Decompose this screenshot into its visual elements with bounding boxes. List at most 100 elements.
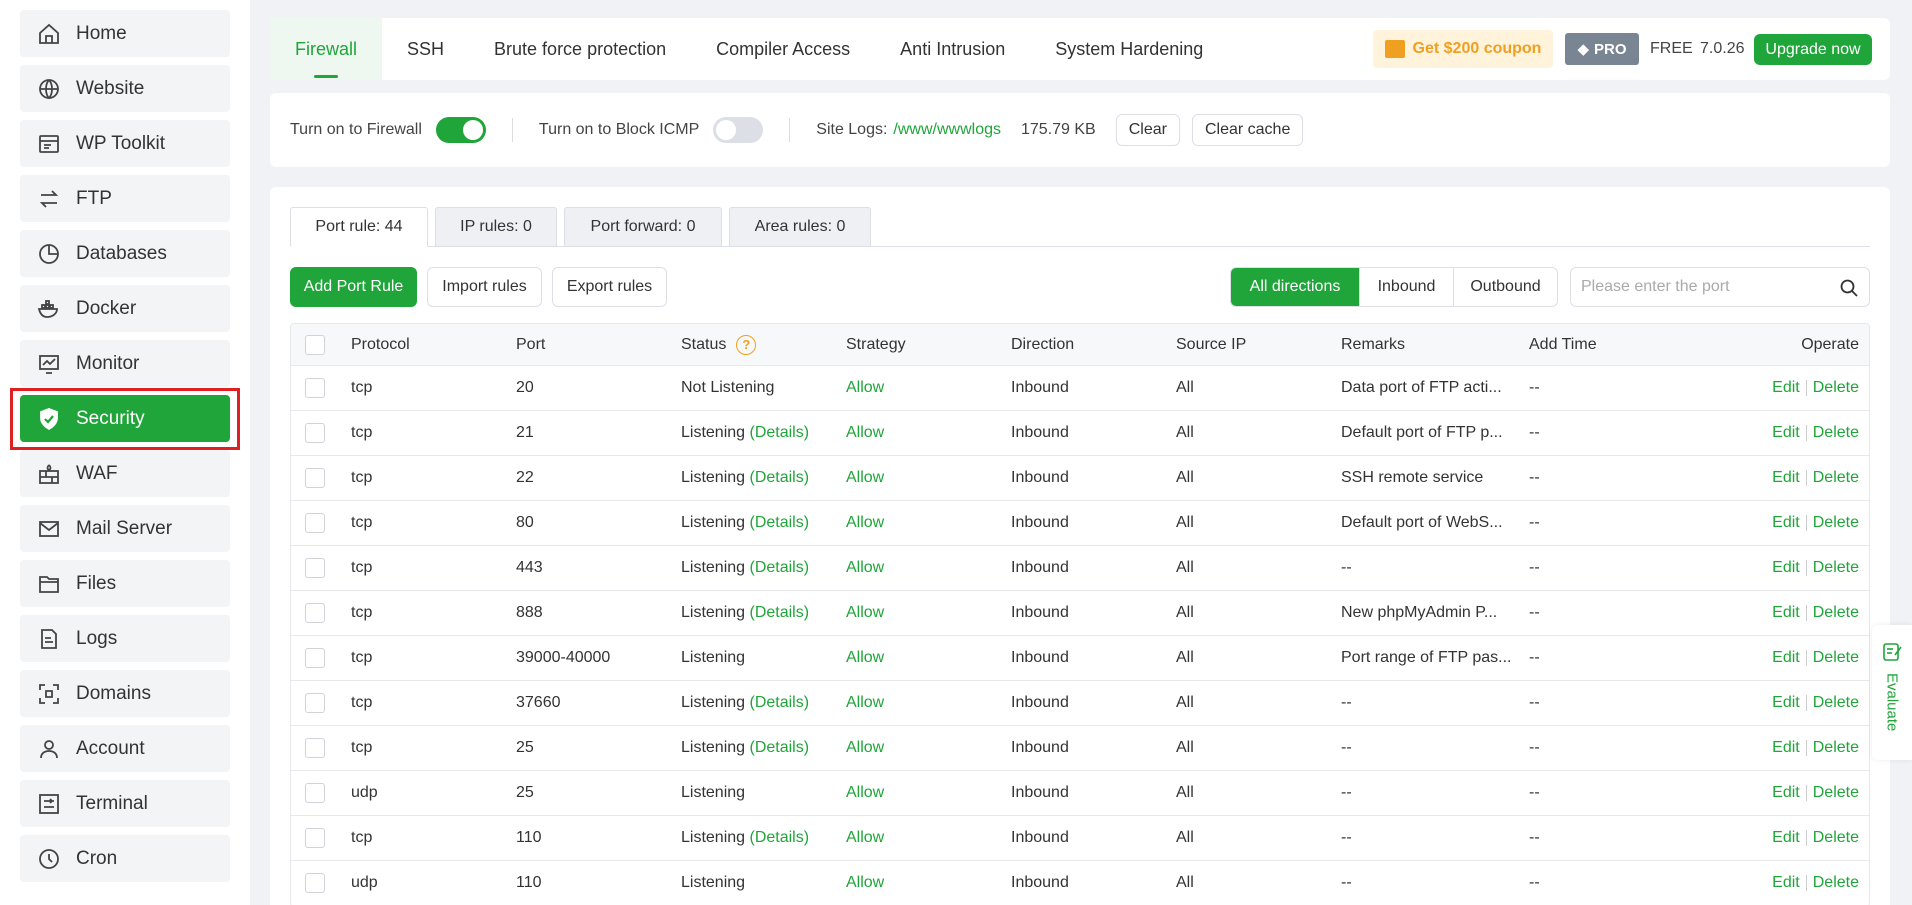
- edit-link[interactable]: Edit: [1772, 784, 1800, 802]
- port-rules-table: Protocol Port Status ? Strategy Directio…: [290, 323, 1870, 905]
- delete-link[interactable]: Delete: [1813, 874, 1859, 892]
- icmp-toggle[interactable]: [713, 117, 764, 143]
- table-row: tcp 37660 Listening (Details) Allow Inbound A…: [291, 681, 1869, 726]
- evaluate-tab[interactable]: Evaluate: [1872, 625, 1912, 760]
- tab-anti-intrusion[interactable]: Anti Intrusion: [875, 18, 1030, 80]
- status-text: Listening: [681, 784, 746, 801]
- cell-protocol: tcp: [351, 829, 373, 846]
- cell-remarks: --: [1341, 784, 1352, 801]
- edit-link[interactable]: Edit: [1772, 739, 1800, 757]
- tab-brute-force-protection[interactable]: Brute force protection: [469, 18, 691, 80]
- upgrade-button[interactable]: Upgrade now: [1754, 34, 1872, 65]
- free-label: FREE: [1650, 40, 1693, 57]
- tab-system-hardening[interactable]: System Hardening: [1030, 18, 1228, 80]
- row-checkbox[interactable]: [305, 738, 325, 758]
- direction-inbound[interactable]: Inbound: [1359, 268, 1453, 306]
- sidebar-item-mail-server[interactable]: Mail Server: [20, 505, 230, 552]
- select-all-checkbox[interactable]: [305, 334, 325, 355]
- cell-strategy: Allow: [846, 874, 885, 891]
- details-link[interactable]: (Details): [750, 829, 810, 847]
- delete-link[interactable]: Delete: [1813, 379, 1859, 397]
- sidebar-item-website[interactable]: Website: [20, 65, 230, 112]
- row-checkbox[interactable]: [305, 828, 325, 848]
- status-text: Listening: [681, 829, 746, 846]
- row-checkbox[interactable]: [305, 783, 325, 803]
- details-link[interactable]: (Details): [750, 559, 810, 577]
- delete-link[interactable]: Delete: [1813, 469, 1859, 487]
- edit-link[interactable]: Edit: [1772, 424, 1800, 442]
- delete-link[interactable]: Delete: [1813, 424, 1859, 442]
- row-checkbox[interactable]: [305, 693, 325, 713]
- sidebar-item-cron[interactable]: Cron: [20, 835, 230, 882]
- sidebar-item-home[interactable]: Home: [20, 10, 230, 57]
- delete-link[interactable]: Delete: [1813, 514, 1859, 532]
- row-checkbox[interactable]: [305, 648, 325, 668]
- tab-compiler-access[interactable]: Compiler Access: [691, 18, 875, 80]
- import-rules-button[interactable]: Import rules: [427, 267, 542, 307]
- sidebar-item-databases[interactable]: Databases: [20, 230, 230, 277]
- delete-link[interactable]: Delete: [1813, 649, 1859, 667]
- edit-link[interactable]: Edit: [1772, 829, 1800, 847]
- sidebar-item-ftp[interactable]: FTP: [20, 175, 230, 222]
- details-link[interactable]: (Details): [750, 739, 810, 757]
- sidebar-item-waf[interactable]: WAF: [20, 450, 230, 497]
- delete-link[interactable]: Delete: [1813, 784, 1859, 802]
- edit-link[interactable]: Edit: [1772, 514, 1800, 532]
- edit-link[interactable]: Edit: [1772, 694, 1800, 712]
- sidebar-item-account[interactable]: Account: [20, 725, 230, 772]
- sidebar-item-wp-toolkit[interactable]: WP Toolkit: [20, 120, 230, 167]
- row-checkbox[interactable]: [305, 423, 325, 443]
- row-checkbox[interactable]: [305, 603, 325, 623]
- details-link[interactable]: (Details): [750, 604, 810, 622]
- clear-button[interactable]: Clear: [1115, 114, 1180, 146]
- direction-all[interactable]: All directions: [1231, 268, 1359, 306]
- direction-outbound[interactable]: Outbound: [1453, 268, 1557, 306]
- details-link[interactable]: (Details): [750, 514, 810, 532]
- delete-link[interactable]: Delete: [1813, 829, 1859, 847]
- sidebar-item-domains[interactable]: Domains: [20, 670, 230, 717]
- row-checkbox[interactable]: [305, 468, 325, 488]
- tab-firewall[interactable]: Firewall: [270, 18, 383, 80]
- delete-link[interactable]: Delete: [1813, 559, 1859, 577]
- clock-icon: [36, 846, 62, 872]
- sidebar-item-docker[interactable]: Docker: [20, 285, 230, 332]
- edit-link[interactable]: Edit: [1772, 874, 1800, 892]
- delete-link[interactable]: Delete: [1813, 604, 1859, 622]
- tab-area-rules[interactable]: Area rules: 0: [729, 207, 871, 247]
- tab-ip-rules[interactable]: IP rules: 0: [435, 207, 557, 247]
- row-checkbox[interactable]: [305, 378, 325, 398]
- help-icon[interactable]: ?: [736, 334, 757, 355]
- sidebar-item-logs[interactable]: Logs: [20, 615, 230, 662]
- cell-operate: Edit Delete: [1772, 456, 1859, 500]
- details-link[interactable]: (Details): [750, 694, 810, 712]
- sidebar-item-files[interactable]: Files: [20, 560, 230, 607]
- coupon-button[interactable]: Get $200 coupon: [1373, 30, 1553, 68]
- pro-badge[interactable]: ◆ PRO: [1565, 33, 1639, 65]
- edit-link[interactable]: Edit: [1772, 649, 1800, 667]
- sidebar-item-monitor[interactable]: Monitor: [20, 340, 230, 387]
- clear-cache-button[interactable]: Clear cache: [1191, 114, 1304, 146]
- edit-link[interactable]: Edit: [1772, 469, 1800, 487]
- export-rules-button[interactable]: Export rules: [552, 267, 667, 307]
- row-checkbox[interactable]: [305, 513, 325, 533]
- details-link[interactable]: (Details): [750, 469, 810, 487]
- row-checkbox[interactable]: [305, 558, 325, 578]
- firewall-toggle[interactable]: [435, 117, 486, 143]
- details-link[interactable]: (Details): [750, 424, 810, 442]
- delete-link[interactable]: Delete: [1813, 739, 1859, 757]
- sidebar-item-terminal[interactable]: Terminal: [20, 780, 230, 827]
- tab-ssh[interactable]: SSH: [382, 18, 469, 80]
- delete-link[interactable]: Delete: [1813, 694, 1859, 712]
- tab-port-forward[interactable]: Port forward: 0: [564, 207, 722, 247]
- sidebar-item-security[interactable]: Security: [20, 395, 230, 442]
- add-port-rule-button[interactable]: Add Port Rule: [290, 267, 417, 307]
- edit-link[interactable]: Edit: [1772, 604, 1800, 622]
- port-search-input[interactable]: [1581, 276, 1821, 298]
- edit-link[interactable]: Edit: [1772, 559, 1800, 577]
- tab-port-rule[interactable]: Port rule: 44: [290, 207, 428, 247]
- site-logs-path-link[interactable]: /www/wwwlogs: [893, 121, 1001, 139]
- cell-status: Listening (Details): [681, 546, 809, 590]
- search-icon[interactable]: [1839, 278, 1859, 298]
- edit-link[interactable]: Edit: [1772, 379, 1800, 397]
- row-checkbox[interactable]: [305, 873, 325, 893]
